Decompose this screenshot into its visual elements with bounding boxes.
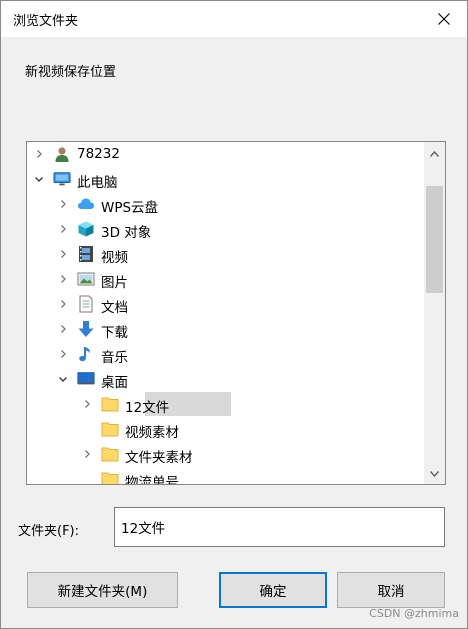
scroll-thumb[interactable] <box>426 186 443 293</box>
tree-expander[interactable] <box>57 198 69 210</box>
tree-expander[interactable] <box>57 273 69 285</box>
folder-icon <box>101 470 119 484</box>
tree-expander[interactable] <box>57 323 69 335</box>
folder-tree[interactable]: 78232 此电脑 WPS云盘 3D 对象视频图片文档下载音乐桌面 12文件视频素材文件… <box>26 141 446 485</box>
desktop-icon <box>77 370 95 388</box>
tree-item-label: 视频素材 <box>125 425 179 441</box>
tree-expander[interactable] <box>57 373 69 385</box>
tree-expander <box>81 423 93 435</box>
browse-folder-dialog: 浏览文件夹 新视频保存位置 78232 此电脑 WPS云盘 3D 对象视频图片文档下载… <box>0 0 468 629</box>
cancel-button[interactable]: 取消 <box>337 572 445 608</box>
dialog-description: 新视频保存位置 <box>25 65 117 80</box>
tree-expander[interactable] <box>33 148 45 160</box>
chevron-right-icon <box>85 400 90 408</box>
new-folder-button[interactable]: 新建文件夹(M) <box>27 572 178 608</box>
tree-item[interactable]: WPS云盘 <box>27 192 424 217</box>
tree-item-label: 音乐 <box>101 350 128 366</box>
tree-item[interactable]: 文档 <box>27 292 424 317</box>
tree-expander[interactable] <box>81 448 93 460</box>
tree-item-label: 桌面 <box>101 375 128 391</box>
folder-field-label: 文件夹(F): <box>18 524 80 539</box>
chevron-right-icon <box>61 275 66 283</box>
tree-expander[interactable] <box>81 398 93 410</box>
chevron-down-icon <box>35 177 43 182</box>
tree-expander[interactable] <box>57 348 69 360</box>
computer-icon <box>53 170 71 188</box>
tree-item-label: 下载 <box>101 325 128 341</box>
tree-expander <box>81 473 93 484</box>
chevron-right-icon <box>61 200 66 208</box>
tree-item[interactable]: 视频素材 <box>27 417 424 442</box>
tree-item-label: 物流单号 <box>125 475 179 485</box>
tree-expander[interactable] <box>57 223 69 235</box>
watermark-text: CSDN @zhmima <box>369 607 459 620</box>
music-icon <box>77 345 95 363</box>
chevron-down-icon <box>59 377 67 382</box>
tree-item-label: WPS云盘 <box>101 200 159 216</box>
cube-3d-icon <box>77 220 95 238</box>
tree-item-label: 文档 <box>101 300 128 316</box>
tree-item-label: 此电脑 <box>77 175 118 191</box>
cloud-icon <box>77 195 95 213</box>
tree-expander[interactable] <box>57 298 69 310</box>
film-icon <box>77 245 95 263</box>
scroll-down-button[interactable] <box>424 464 445 484</box>
close-icon <box>438 13 450 25</box>
download-icon <box>77 320 95 338</box>
folder-icon <box>101 445 119 463</box>
tree-item[interactable]: 此电脑 <box>27 167 424 192</box>
tree-item[interactable]: 文件夹素材 <box>27 442 424 467</box>
tree-item[interactable]: 12文件 <box>27 392 424 417</box>
tree-item[interactable]: 下载 <box>27 317 424 342</box>
folder-tree-rows: 78232 此电脑 WPS云盘 3D 对象视频图片文档下载音乐桌面 12文件视频素材文件… <box>27 142 424 484</box>
user-icon <box>53 145 71 163</box>
tree-item[interactable]: 图片 <box>27 267 424 292</box>
tree-item-label: 3D 对象 <box>101 225 152 241</box>
picture-icon <box>77 270 95 288</box>
vertical-scrollbar[interactable] <box>424 142 445 484</box>
folder-icon <box>101 395 119 413</box>
tree-expander[interactable] <box>33 173 45 185</box>
chevron-up-icon <box>430 151 439 157</box>
tree-item[interactable]: 视频 <box>27 242 424 267</box>
dialog-title: 浏览文件夹 <box>13 14 79 29</box>
tree-item-label: 视频 <box>101 250 128 266</box>
tree-item[interactable]: 78232 <box>27 142 424 167</box>
folder-icon <box>101 420 119 438</box>
chevron-right-icon <box>61 350 66 358</box>
chevron-right-icon <box>37 150 42 158</box>
chevron-right-icon <box>85 450 90 458</box>
folder-name-input[interactable] <box>114 507 445 547</box>
ok-button[interactable]: 确定 <box>219 572 327 608</box>
tree-expander[interactable] <box>57 248 69 260</box>
chevron-right-icon <box>61 250 66 258</box>
tree-item-label: 文件夹素材 <box>125 450 193 466</box>
scroll-up-button[interactable] <box>424 144 445 164</box>
chevron-right-icon <box>61 300 66 308</box>
title-bar: 浏览文件夹 <box>1 1 467 37</box>
tree-item-label: 78232 <box>77 146 120 162</box>
tree-item[interactable]: 桌面 <box>27 367 424 392</box>
chevron-right-icon <box>61 325 66 333</box>
tree-item[interactable]: 物流单号 <box>27 467 424 485</box>
chevron-down-icon <box>430 471 439 477</box>
chevron-right-icon <box>61 225 66 233</box>
tree-item-label: 12文件 <box>125 400 170 416</box>
tree-item-label: 图片 <box>101 275 128 291</box>
tree-item[interactable]: 音乐 <box>27 342 424 367</box>
tree-item[interactable]: 3D 对象 <box>27 217 424 242</box>
document-icon <box>77 295 95 313</box>
close-button[interactable] <box>421 1 467 37</box>
